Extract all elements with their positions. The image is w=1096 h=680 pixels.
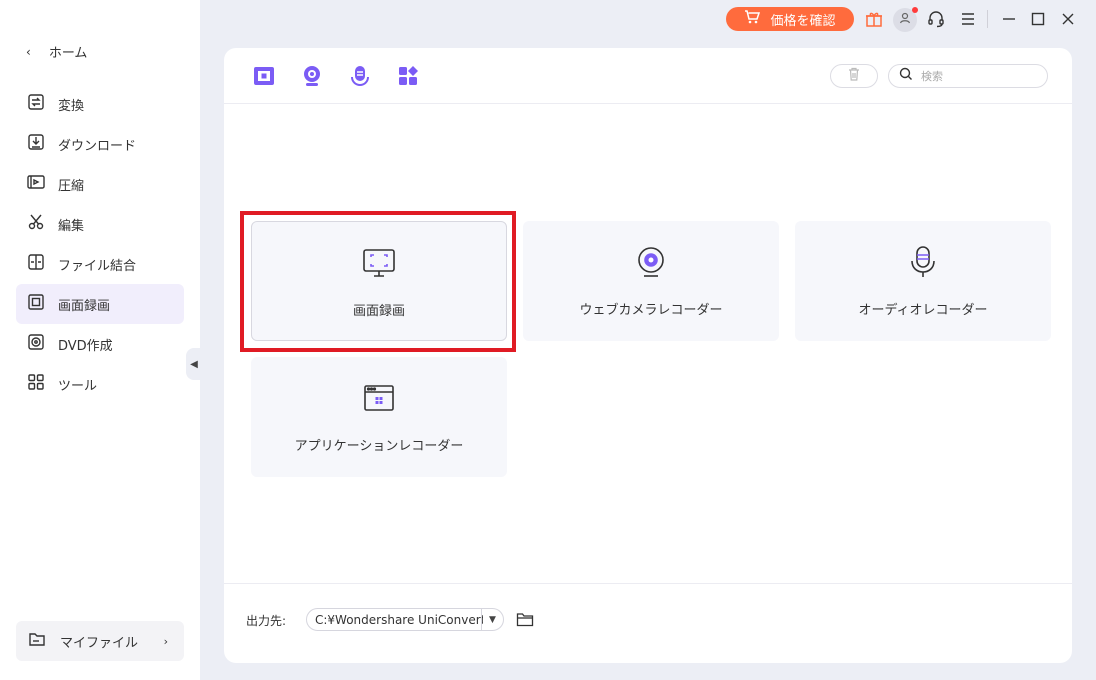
tile-label: ウェブカメラレコーダー bbox=[579, 303, 723, 318]
search-field[interactable] bbox=[888, 64, 1048, 88]
microphone-icon bbox=[906, 245, 940, 279]
gift-icon[interactable] bbox=[863, 8, 885, 30]
check-price-label: 価格を確認 bbox=[770, 13, 836, 29]
merge-icon bbox=[26, 252, 46, 276]
folder-icon bbox=[28, 631, 46, 651]
myfiles-label: マイファイル bbox=[60, 635, 139, 651]
sidebar-item-label: 編集 bbox=[58, 218, 85, 234]
sidebar-item-label: 画面録画 bbox=[58, 298, 111, 314]
sidebar-nav: 変換 ダウンロード 圧縮 編集 ファイル結合 画面録画 DVD作成 ツール bbox=[16, 84, 184, 404]
webcam-tab-icon[interactable] bbox=[300, 64, 324, 88]
app-window-icon bbox=[362, 381, 396, 415]
monitor-icon bbox=[362, 246, 396, 280]
close-icon[interactable] bbox=[1057, 8, 1079, 30]
chevron-left-icon: ◀ bbox=[190, 358, 198, 370]
tile-webcam-recorder[interactable]: ウェブカメラレコーダー bbox=[523, 221, 779, 341]
tile-label: 画面録画 bbox=[352, 304, 405, 319]
search-icon bbox=[899, 67, 913, 85]
webcam-icon bbox=[634, 245, 668, 279]
sidebar-item-label: DVD作成 bbox=[58, 338, 113, 354]
output-path-value: C:¥Wondershare UniConverter bbox=[315, 612, 483, 627]
cart-icon bbox=[744, 10, 761, 28]
sidebar-item-dvd[interactable]: DVD作成 bbox=[16, 324, 184, 364]
sidebar-item-compress[interactable]: 圧縮 bbox=[16, 164, 184, 204]
compress-icon bbox=[26, 172, 46, 196]
dvd-icon bbox=[26, 332, 46, 356]
screen-record-icon bbox=[26, 292, 46, 316]
headset-icon[interactable] bbox=[925, 8, 947, 30]
output-footer: 出力先: C:¥Wondershare UniConverter ▼ bbox=[224, 583, 1072, 663]
home-link[interactable]: ‹ ホーム bbox=[26, 42, 88, 62]
sidebar-item-label: ツール bbox=[58, 378, 98, 394]
convert-icon bbox=[26, 92, 46, 116]
user-avatar-button[interactable] bbox=[893, 7, 918, 32]
sidebar-item-merge[interactable]: ファイル結合 bbox=[16, 244, 184, 284]
chevron-left-icon: ‹ bbox=[26, 44, 31, 59]
recorder-toolbar bbox=[224, 48, 1072, 104]
tile-label: オーディオレコーダー bbox=[858, 303, 988, 318]
sidebar-item-download[interactable]: ダウンロード bbox=[16, 124, 184, 164]
sidebar-item-edit[interactable]: 編集 bbox=[16, 204, 184, 244]
sidebar-item-convert[interactable]: 変換 bbox=[16, 84, 184, 124]
sidebar: ‹ ホーム 変換 ダウンロード 圧縮 編集 ファイル結合 画面録画 DVD作成 … bbox=[0, 0, 200, 680]
delete-button[interactable] bbox=[830, 64, 878, 88]
tools-icon bbox=[26, 372, 46, 396]
user-icon bbox=[898, 11, 912, 29]
open-folder-icon[interactable] bbox=[516, 610, 534, 628]
tile-screen-recorder[interactable]: 画面録画 bbox=[251, 221, 507, 341]
output-path-select[interactable]: C:¥Wondershare UniConverter ▼ bbox=[306, 608, 504, 631]
titlebar-divider bbox=[987, 10, 988, 28]
trash-icon bbox=[848, 67, 860, 85]
home-label: ホーム bbox=[48, 46, 88, 61]
myfiles-button[interactable]: マイファイル › bbox=[16, 621, 184, 661]
maximize-icon[interactable] bbox=[1027, 8, 1049, 30]
sidebar-item-label: ダウンロード bbox=[58, 138, 137, 154]
chevron-down-icon: ▼ bbox=[481, 609, 503, 630]
tile-audio-recorder[interactable]: オーディオレコーダー bbox=[795, 221, 1051, 341]
menu-icon[interactable] bbox=[957, 8, 979, 30]
notification-dot bbox=[912, 7, 918, 13]
apps-tab-icon[interactable] bbox=[396, 64, 420, 88]
tile-application-recorder[interactable]: アプリケーションレコーダー bbox=[251, 357, 507, 477]
search-input[interactable] bbox=[921, 69, 1031, 83]
sidebar-item-tools[interactable]: ツール bbox=[16, 364, 184, 404]
main-card: 画面録画 ウェブカメラレコーダー オーディオレコーダー アプリケーションレコーダ… bbox=[224, 48, 1072, 663]
audio-tab-icon[interactable] bbox=[348, 64, 372, 88]
screen-record-tab-icon[interactable] bbox=[252, 64, 276, 88]
sidebar-item-label: ファイル結合 bbox=[58, 258, 137, 274]
minimize-icon[interactable] bbox=[998, 8, 1020, 30]
check-price-button[interactable]: 価格を確認 bbox=[726, 7, 854, 31]
sidebar-item-label: 変換 bbox=[58, 98, 85, 114]
chevron-right-icon: › bbox=[163, 634, 168, 648]
tile-label: アプリケーションレコーダー bbox=[294, 439, 464, 454]
edit-icon bbox=[26, 212, 46, 236]
sidebar-item-screen-record[interactable]: 画面録画 bbox=[16, 284, 184, 324]
output-label: 出力先: bbox=[246, 614, 287, 628]
download-icon bbox=[26, 132, 46, 156]
sidebar-item-label: 圧縮 bbox=[58, 178, 85, 194]
